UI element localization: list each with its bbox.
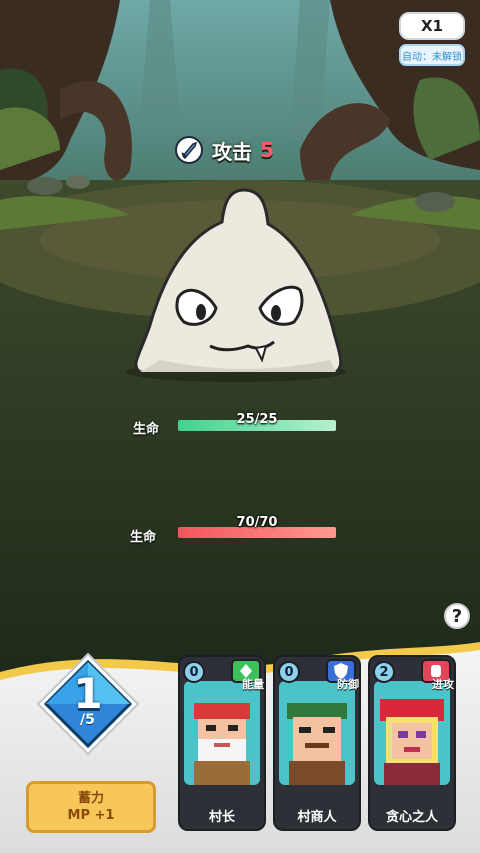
card-cost: 0 [183, 661, 205, 683]
card-type-label: 进攻 [432, 678, 454, 691]
auto-status-badge[interactable]: 自动：未解锁 [399, 44, 465, 66]
speed-toggle-button[interactable]: X1 [399, 12, 465, 40]
charge-button-mp: MP +1 [67, 808, 115, 823]
card-name: 贪心之人 [385, 810, 438, 825]
charge-button-label: 蓄力 [77, 791, 104, 806]
enemy-hp-text: 25/25 [236, 412, 278, 427]
enemy-hp-label: 生命 [133, 422, 160, 437]
help-button[interactable]: ? [444, 603, 470, 629]
village-chief-portrait [184, 681, 260, 785]
mp-current: 1 [73, 669, 103, 718]
card-name: 村商人 [297, 810, 337, 825]
card-type-label: 能量 [242, 678, 264, 691]
attack-value: 5 [260, 138, 274, 162]
charge-button[interactable]: 蓄力 MP +1 [26, 781, 156, 833]
village-merchant-portrait [279, 681, 355, 785]
card-village-merchant[interactable]: 0 防御 村商人 [273, 655, 361, 831]
mp-max: /5 [80, 712, 95, 728]
attack-label: 攻击 [212, 139, 252, 164]
player-hp-text: 70/70 [236, 515, 278, 530]
card-greedy-person[interactable]: 2 进攻 贪心之人 [368, 655, 456, 831]
player-hp-label: 生命 [130, 530, 157, 545]
card-type-label: 防御 [337, 678, 359, 691]
greedy-person-portrait [374, 681, 450, 785]
card-name: 村长 [208, 810, 235, 825]
enemy-attack-indicator: 攻击 5 [174, 134, 274, 166]
card-village-chief[interactable]: 0 能量 村长 [178, 655, 266, 831]
sword-icon [175, 136, 203, 164]
card-cost: 0 [278, 661, 300, 683]
card-cost: 2 [373, 661, 395, 683]
